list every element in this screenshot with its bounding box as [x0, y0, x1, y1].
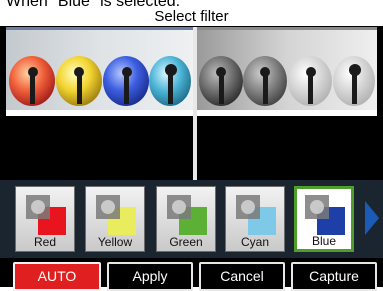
filter-green-button[interactable]: Green [156, 186, 216, 252]
green-filter-icon [167, 195, 207, 235]
blue-filter-icon [305, 195, 345, 235]
yellow-filter-icon [96, 195, 136, 235]
live-view-color [6, 27, 193, 184]
filter-red-label: Red [33, 235, 56, 249]
red-filter-icon [26, 195, 66, 235]
next-page-arrow-icon[interactable] [365, 201, 379, 235]
live-view-mono [197, 27, 377, 184]
filter-yellow-button[interactable]: Yellow [85, 186, 145, 252]
filter-cyan-label: Cyan [240, 235, 269, 249]
filter-blue-button[interactable]: Blue [294, 186, 354, 252]
filter-cyan-button[interactable]: Cyan [225, 186, 285, 252]
screen-title: Select filter [0, 8, 383, 26]
filter-green-label: Green [169, 235, 203, 249]
cyan-filter-icon [236, 195, 276, 235]
filter-palette: Red Yellow Green Cyan Blue [0, 180, 383, 258]
filter-red-button[interactable]: Red [15, 186, 75, 252]
filter-yellow-label: Yellow [97, 235, 133, 249]
filter-blue-label: Blue [311, 234, 337, 248]
camera-screen: Select filter Red Yellow Green Cyan Blue… [0, 8, 383, 291]
